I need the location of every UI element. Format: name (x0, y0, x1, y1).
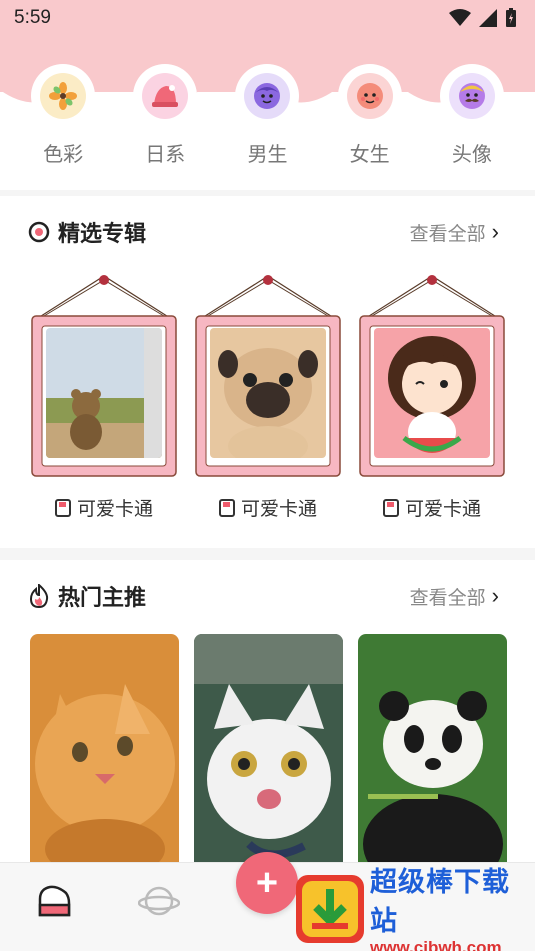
home-icon[interactable] (36, 883, 72, 919)
category-boy[interactable]: 男生 (222, 68, 312, 178)
target-icon (28, 221, 50, 243)
featured-section: 精选专辑 查看全部 › 可爱卡通 可爱卡通 可爱卡通 (0, 196, 535, 548)
signal-icon (479, 9, 497, 27)
category-label: 女生 (349, 144, 390, 166)
category-label: 男生 (247, 144, 288, 166)
see-all-label: 查看全部 (409, 223, 486, 245)
boy-face-icon (244, 73, 291, 119)
category-avatar[interactable]: 头像 (427, 68, 517, 178)
chevron-right-icon: › (491, 219, 499, 244)
flame-icon (29, 584, 49, 608)
album-card[interactable]: 可爱卡通 (28, 272, 180, 521)
album-tag-icon (382, 498, 399, 517)
panda-photo[interactable] (358, 634, 507, 870)
watermark-url: www.cjbwh.com (370, 937, 502, 951)
add-button-label: + (255, 861, 279, 904)
category-label: 日系 (145, 144, 186, 166)
category-row: 色彩 日系 男生 女生 头像 (0, 68, 535, 178)
flower-icon (40, 73, 87, 119)
category-label: 色彩 (43, 144, 84, 166)
planet-icon[interactable] (138, 883, 180, 919)
girl-face-icon (346, 73, 393, 119)
add-button[interactable]: + (236, 852, 298, 914)
cartoon-girl-photo (374, 328, 490, 458)
mustache-face-icon (448, 73, 495, 119)
album-caption-text: 可爱卡通 (76, 499, 153, 520)
album-tag-icon (218, 498, 235, 517)
watermark-title: 超级棒下载站 (370, 866, 510, 936)
category-japanese[interactable]: 日系 (120, 68, 210, 178)
hot-title: 热门主推 (58, 585, 147, 610)
pug-photo (210, 328, 326, 458)
hot-card-list (30, 634, 507, 870)
chevron-right-icon: › (491, 583, 499, 608)
category-label: 头像 (451, 144, 492, 166)
battery-icon (506, 8, 516, 27)
album-caption-text: 可爱卡通 (240, 499, 317, 520)
wifi-icon (449, 9, 471, 26)
status-time: 5:59 (14, 7, 51, 28)
featured-header: 精选专辑 查看全部 › (28, 214, 499, 250)
teddy-bear-photo (46, 328, 162, 458)
album-caption: 可爱卡通 (54, 494, 153, 521)
album-caption: 可爱卡通 (218, 494, 317, 521)
album-card[interactable]: 可爱卡通 (192, 272, 344, 521)
category-girl[interactable]: 女生 (325, 68, 415, 178)
watermark: 超级棒下载站 www.cjbwh.com (296, 866, 535, 951)
featured-see-all-link[interactable]: 查看全部 › (410, 219, 499, 246)
hot-section: 热门主推 查看全部 › (0, 560, 535, 870)
album-caption: 可爱卡通 (382, 494, 481, 521)
album-card[interactable]: 可爱卡通 (356, 272, 508, 521)
watermark-logo (296, 874, 364, 943)
white-cat-photo[interactable] (194, 634, 343, 870)
category-color[interactable]: 色彩 (18, 68, 108, 178)
hat-icon (142, 73, 189, 119)
album-list: 可爱卡通 可爱卡通 可爱卡通 (28, 272, 508, 521)
featured-title: 精选专辑 (58, 221, 147, 246)
hot-see-all-link[interactable]: 查看全部 › (410, 583, 499, 610)
picture-frame (192, 272, 344, 478)
status-bar: 5:59 (0, 0, 535, 36)
picture-frame (356, 272, 508, 478)
header: 5:59 色彩 日系 男生 女生 头像 (0, 0, 535, 190)
picture-frame (28, 272, 180, 478)
album-tag-icon (54, 498, 71, 517)
see-all-label: 查看全部 (409, 587, 486, 609)
orange-kitten-photo[interactable] (30, 634, 179, 870)
album-caption-text: 可爱卡通 (404, 499, 481, 520)
hot-header: 热门主推 查看全部 › (28, 578, 499, 614)
